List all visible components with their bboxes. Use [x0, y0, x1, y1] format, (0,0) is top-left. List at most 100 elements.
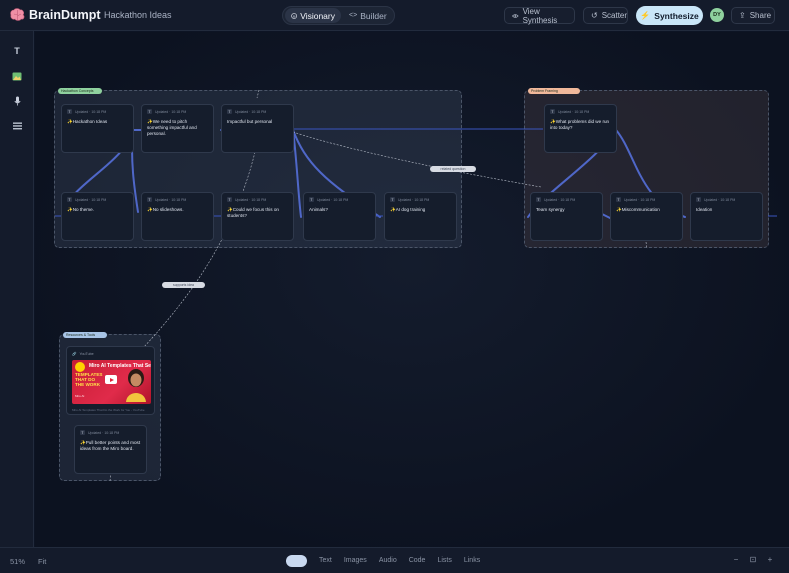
- smile-icon: [291, 12, 297, 19]
- zoom-in-button[interactable]: +: [765, 555, 775, 564]
- bottom-bar: 51% Fit All Text Images Audio Code Lists…: [0, 547, 789, 573]
- idea-card[interactable]: T Updated · 10:18 PM Ideation: [690, 192, 763, 241]
- idea-card[interactable]: T Updated · 10:18 PM ✨AI dog training: [384, 192, 457, 241]
- card-text: No theme.: [72, 207, 94, 212]
- mode-builder-button[interactable]: <> Builder: [343, 8, 393, 23]
- zoom-out-button[interactable]: −: [731, 555, 741, 564]
- card-text: What problems did we run into today?: [550, 119, 610, 130]
- view-synthesis-label: View Synthesis: [522, 6, 558, 25]
- project-title[interactable]: Hackathon Ideas: [104, 10, 172, 20]
- list-tool-button[interactable]: [11, 120, 23, 132]
- image-tool-button[interactable]: [11, 70, 23, 82]
- idea-card[interactable]: T Updated · 10:18 PM Team synergy: [530, 192, 603, 241]
- video-thumbnail[interactable]: Miro AI Templates That Se TEMPLATES THAT…: [72, 360, 151, 404]
- edge-label[interactable]: supports idea: [162, 282, 205, 288]
- edge: [256, 89, 260, 99]
- text-type-badge: T: [147, 109, 152, 114]
- code-icon: <>: [349, 12, 358, 19]
- eye-icon: [512, 13, 519, 18]
- thumbnail-sub: Miro AI: [75, 394, 85, 398]
- mode-builder-label: Builder: [360, 10, 387, 21]
- card-meta: Updated · 10:18 PM: [235, 197, 267, 202]
- card-text: Ideation: [696, 207, 713, 212]
- edge: [645, 241, 648, 250]
- idea-card[interactable]: T Updated · 10:18 PM ✨Could we focus this…: [221, 192, 294, 241]
- share-label: Share: [749, 11, 772, 20]
- idea-card[interactable]: T Updated · 10:18 PM ✨No theme.: [61, 192, 134, 241]
- scatter-label: Scatter: [601, 11, 628, 20]
- card-text: Impactful but personal: [227, 119, 273, 124]
- zoom-fit-button[interactable]: ⊡: [748, 555, 758, 564]
- edge-label[interactable]: related question: [430, 166, 476, 172]
- card-text: Animals?: [309, 207, 328, 212]
- filter-images[interactable]: Images: [344, 555, 367, 567]
- idea-card[interactable]: T Updated · 10:18 PM ✨We need to pitch so…: [141, 104, 214, 153]
- edge: [142, 151, 256, 349]
- view-synthesis-button[interactable]: View Synthesis: [504, 6, 575, 25]
- card-meta: Updated · 10:18 PM: [544, 197, 576, 202]
- card-meta: Updated · 10:18 PM: [558, 109, 590, 114]
- idea-card[interactable]: T Updated · 10:18 PM ✨Miscommunication: [610, 192, 683, 241]
- avatar[interactable]: DY: [710, 8, 724, 22]
- top-bar: BrainDumpt Hackathon Ideas Visionary <> …: [0, 0, 789, 31]
- fit-button[interactable]: Fit: [38, 557, 46, 566]
- text-type-badge: T: [227, 109, 232, 114]
- idea-canvas[interactable]: Hackathon Concepts Problem Framing Resou…: [35, 32, 789, 547]
- card-text: No slideshows.: [152, 207, 184, 212]
- text-type-badge: T: [696, 197, 701, 202]
- text-tool-button[interactable]: T: [11, 45, 23, 57]
- edge: [601, 213, 611, 219]
- card-text: Miscommunication: [621, 207, 660, 212]
- image-icon: [12, 72, 22, 80]
- card-meta: Updated · 10:18 PM: [155, 197, 187, 202]
- idea-card[interactable]: T Updated · 10:18 PM Animals?: [303, 192, 376, 241]
- mode-visionary-label: Visionary: [300, 10, 335, 21]
- text-type-badge: T: [550, 109, 555, 114]
- thumbnail-headline: TEMPLATES THAT DO THE WORK: [75, 372, 103, 388]
- zoom-level: 51%: [10, 557, 26, 566]
- audio-tool-button[interactable]: [11, 95, 23, 107]
- mode-visionary-button[interactable]: Visionary: [285, 8, 341, 23]
- idea-card[interactable]: T Updated · 10:18 PM ✨Hackathon Ideas: [61, 104, 134, 153]
- idea-card[interactable]: T Updated · 10:18 PM ✨What problems did w…: [544, 104, 617, 153]
- link-icon: 🔗: [72, 352, 77, 356]
- idea-card[interactable]: T Updated · 10:18 PM Impactful but person…: [221, 104, 294, 153]
- text-type-badge: T: [390, 197, 395, 202]
- edge: [292, 131, 542, 188]
- card-meta: Updated · 10:18 PM: [624, 197, 656, 202]
- microphone-icon: [13, 96, 21, 106]
- play-button-icon[interactable]: [105, 375, 117, 384]
- text-type-badge: T: [616, 197, 621, 202]
- card-text: Pull better points and most ideas from t…: [80, 440, 141, 451]
- app-name: BrainDumpt: [29, 8, 101, 22]
- brain-logo-icon: [10, 8, 25, 21]
- scatter-button[interactable]: ↺ Scatter: [583, 7, 628, 24]
- card-meta: Updated · 10:18 PM: [75, 109, 107, 114]
- idea-card[interactable]: T Updated · 10:18 PM ✨No slideshows.: [141, 192, 214, 241]
- card-meta: Updated · 10:18 PM: [155, 109, 187, 114]
- card-meta: Updated · 10:18 PM: [317, 197, 349, 202]
- card-meta: Updated · 10:18 PM: [398, 197, 430, 202]
- idea-card[interactable]: T Updated · 10:18 PM ✨Pull better points …: [74, 425, 147, 474]
- content-filters: All Text Images Audio Code Lists Links: [286, 554, 480, 568]
- mode-switch: Visionary <> Builder: [282, 6, 395, 25]
- filter-links[interactable]: Links: [464, 555, 480, 567]
- youtube-link-card[interactable]: 🔗 YouTube Miro AI Templates That Se TEMPL…: [66, 346, 155, 415]
- filter-lists[interactable]: Lists: [437, 555, 451, 567]
- text-type-badge: T: [67, 197, 72, 202]
- share-button[interactable]: ⇪ Share: [731, 7, 775, 24]
- presenter-image: [126, 369, 146, 402]
- synthesize-button[interactable]: ⚡ Synthesize: [636, 6, 703, 25]
- text-type-badge: T: [67, 109, 72, 114]
- filter-text[interactable]: Text: [319, 555, 332, 567]
- text-type-badge: T: [80, 430, 85, 435]
- left-toolbar: T: [0, 31, 34, 547]
- link-source: YouTube: [79, 352, 94, 356]
- share-icon: ⇪: [739, 11, 746, 20]
- filter-all[interactable]: All: [286, 555, 307, 567]
- filter-code[interactable]: Code: [409, 555, 426, 567]
- card-text: AI dog training: [395, 207, 426, 212]
- card-meta: Updated · 10:18 PM: [235, 109, 267, 114]
- card-text: We need to pitch something impactful and…: [147, 119, 197, 136]
- filter-audio[interactable]: Audio: [379, 555, 397, 567]
